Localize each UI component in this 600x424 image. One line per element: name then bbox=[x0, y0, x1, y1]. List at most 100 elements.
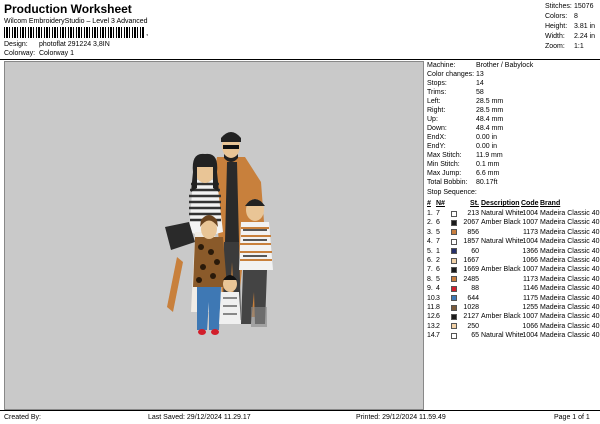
info-row: Color changes: 13 bbox=[427, 70, 600, 79]
stop-sequence-title: Stop Sequence: bbox=[427, 189, 477, 196]
color-swatch bbox=[451, 331, 461, 340]
row-stitches: 250 bbox=[467, 322, 479, 330]
stop-row: 8. 5 2485 1173 Madeira Classic 40 bbox=[427, 275, 600, 284]
stop-row: 11. 8 1028 1255 Madeira Classic 40 bbox=[427, 303, 600, 312]
colorway-label: Colorway: bbox=[4, 50, 36, 57]
summary-label: Colors: bbox=[545, 13, 568, 20]
swatch-box bbox=[451, 276, 457, 283]
row-num: 5. bbox=[427, 247, 433, 255]
info-value: 0.1 mm bbox=[476, 161, 500, 168]
col-description: Description bbox=[481, 200, 520, 207]
stop-row: 1. 7 213 Natural White 1004 Madeira Classic 4… bbox=[427, 209, 600, 218]
row-description bbox=[481, 294, 521, 303]
row-stitches: 1669 bbox=[463, 266, 479, 274]
stop-sequence-list: 1. 7 213 Natural White 1004 Madeira Classic 4… bbox=[427, 209, 600, 340]
color-swatch bbox=[451, 322, 461, 331]
embroidery-image bbox=[165, 132, 273, 335]
col-needle: N# bbox=[436, 200, 445, 207]
row-needle: 7 bbox=[436, 332, 440, 340]
row-description: Amber Black bbox=[481, 313, 521, 321]
info-label: Machine: bbox=[427, 62, 456, 69]
row-needle: 8 bbox=[436, 303, 440, 311]
info-row: Right: 28.5 mm bbox=[427, 106, 600, 115]
stop-row: 7. 6 1669 Amber Black 1007 Madeira Classic 40 bbox=[427, 265, 600, 274]
row-needle: 4 bbox=[436, 285, 440, 293]
info-row: EndY: 0.00 in bbox=[427, 142, 600, 151]
swatch-box bbox=[451, 304, 457, 311]
row-description bbox=[481, 322, 521, 331]
info-label: Total Bobbin: bbox=[427, 179, 468, 186]
row-description: Natural White bbox=[481, 238, 524, 246]
swatch-box bbox=[451, 257, 457, 264]
row-num: 4. bbox=[427, 238, 433, 246]
row-stitches: 2485 bbox=[463, 275, 479, 283]
row-stitches: 88 bbox=[471, 285, 479, 293]
info-row: Machine: Brother / Babylock bbox=[427, 61, 600, 70]
row-num: 2. bbox=[427, 219, 433, 227]
info-value: 0.00 in bbox=[476, 134, 498, 141]
row-needle: 5 bbox=[436, 228, 440, 236]
colorway-value: Colorway 1 bbox=[38, 50, 74, 57]
worksheet-footer: Created By: Last Saved: 29/12/2024 11.29… bbox=[0, 410, 600, 424]
info-row: Stops: 14 bbox=[427, 79, 600, 88]
info-value: 58 bbox=[476, 89, 484, 96]
row-code: 1007 bbox=[522, 313, 538, 321]
row-needle: 7 bbox=[436, 238, 440, 246]
info-label: Stops: bbox=[427, 80, 447, 87]
row-description bbox=[481, 303, 521, 312]
row-code: 1004 bbox=[522, 210, 538, 217]
row-needle: 6 bbox=[436, 266, 440, 274]
info-row: Min Stitch: 0.1 mm bbox=[427, 160, 600, 169]
summary-label: Stitches: bbox=[545, 3, 572, 10]
barcode-suffix: , bbox=[146, 28, 149, 37]
summary-stats: Stitches: 15076 Colors: 8 Height: 3.81 in W… bbox=[545, 2, 600, 52]
info-value: Brother / Babylock bbox=[476, 62, 534, 69]
info-value: 14 bbox=[476, 80, 484, 87]
stop-sequence-header: # N# St. Description Code Brand bbox=[427, 199, 600, 209]
row-code: 1175 bbox=[522, 294, 538, 302]
row-brand: Madeira Classic 40 bbox=[540, 228, 600, 236]
row-num: 9. bbox=[427, 285, 433, 293]
row-num: 6. bbox=[427, 256, 433, 264]
barcode bbox=[4, 27, 144, 38]
stop-row: 9. 4 88 1146 Madeira Classic 40 bbox=[427, 284, 600, 293]
row-code: 1255 bbox=[522, 303, 538, 311]
row-brand: Madeira Classic 40 bbox=[540, 238, 600, 246]
machine-info-panel: Machine: Brother / Babylock Color changes… bbox=[427, 61, 600, 340]
color-swatch bbox=[451, 312, 461, 321]
color-swatch bbox=[451, 247, 461, 256]
swatch-box bbox=[451, 210, 457, 217]
row-brand: Madeira Classic 40 bbox=[540, 266, 600, 274]
summary-value: 8 bbox=[574, 13, 578, 20]
row-brand: Madeira Classic 40 bbox=[540, 210, 600, 217]
row-code: 1146 bbox=[522, 285, 538, 293]
row-needle: 7 bbox=[436, 210, 440, 217]
summary-value: 15076 bbox=[574, 3, 594, 10]
col-brand: Brand bbox=[540, 200, 561, 207]
row-description bbox=[481, 256, 521, 265]
info-value: 48.4 mm bbox=[476, 116, 504, 123]
info-row: Up: 48.4 mm bbox=[427, 115, 600, 124]
swatch-box bbox=[451, 323, 457, 330]
row-needle: 5 bbox=[436, 275, 440, 283]
swatch-box bbox=[451, 295, 457, 302]
row-stitches: 65 bbox=[471, 332, 479, 340]
row-num: 1. bbox=[427, 210, 433, 217]
design-value: photoflat 291224 3,8IN bbox=[38, 41, 110, 48]
row-description bbox=[481, 275, 521, 284]
row-num: 10. bbox=[427, 294, 437, 302]
info-row: Trims: 58 bbox=[427, 88, 600, 97]
row-stitches: 2127 bbox=[463, 313, 479, 321]
row-num: 7. bbox=[427, 266, 433, 274]
row-stitches: 1028 bbox=[463, 303, 479, 311]
stop-row: 13. 2 250 1066 Madeira Classic 40 bbox=[427, 322, 600, 331]
row-brand: Madeira Classic 40 bbox=[540, 332, 600, 340]
created-by: Created By: bbox=[4, 414, 41, 421]
info-label: Right: bbox=[427, 107, 446, 114]
info-row: Left: 28.5 mm bbox=[427, 97, 600, 106]
row-num: 11. bbox=[427, 303, 437, 311]
row-needle: 2 bbox=[436, 256, 440, 264]
row-code: 1173 bbox=[522, 228, 538, 236]
info-label: Left: bbox=[427, 98, 441, 105]
summary-value: 3.81 in bbox=[574, 23, 596, 30]
